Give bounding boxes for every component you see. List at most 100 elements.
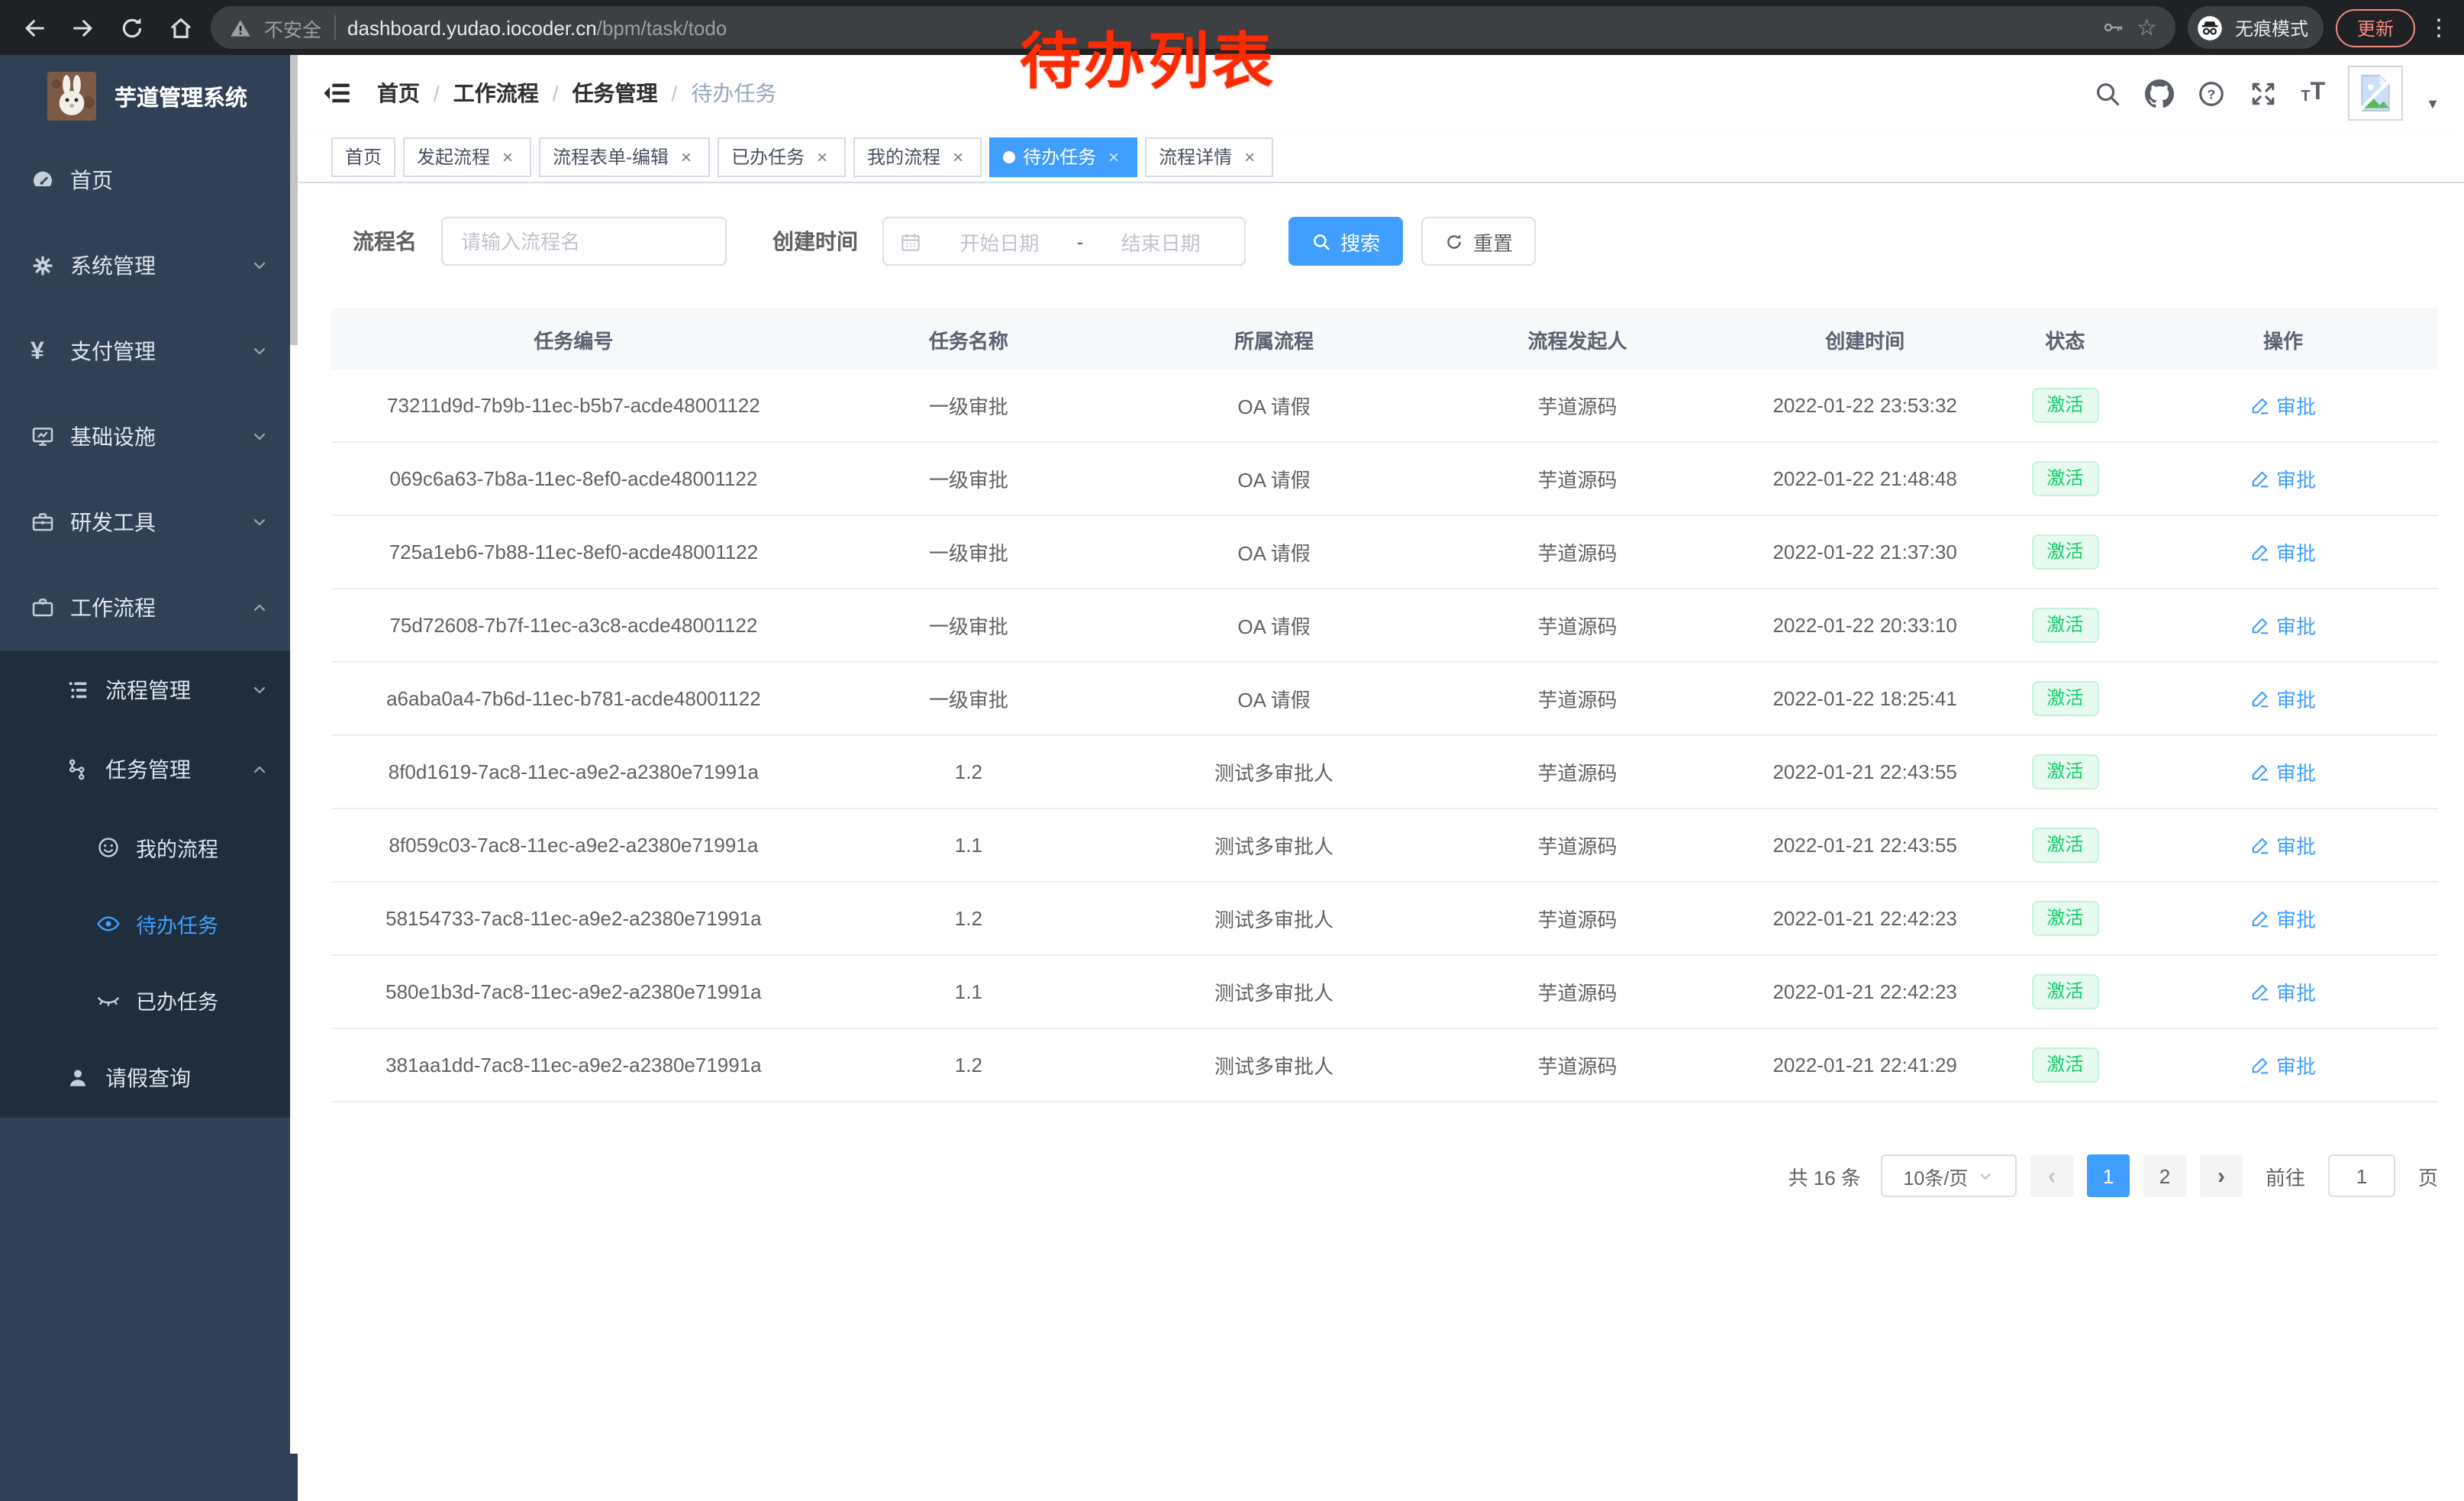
cell-action: 审批 <box>2128 684 2438 713</box>
approve-link[interactable]: 审批 <box>2250 757 2316 786</box>
sidebar: 芋道管理系统 首页系统管理¥支付管理基础设施研发工具工作流程流程管理任务管理我的… <box>0 55 298 1501</box>
prev-page-button[interactable]: ‹ <box>2030 1154 2073 1197</box>
back-icon[interactable] <box>15 9 52 46</box>
approve-link[interactable]: 审批 <box>2250 1051 2316 1080</box>
sidebar-item-infra[interactable]: 基础设施 <box>0 394 290 479</box>
chevron-down-icon <box>250 257 269 275</box>
approve-link[interactable]: 审批 <box>2250 684 2316 713</box>
tab-6[interactable]: 流程详情× <box>1145 137 1273 176</box>
page-button-1[interactable]: 1 <box>2087 1154 2130 1197</box>
close-icon[interactable]: × <box>948 147 968 166</box>
font-size-icon[interactable]: TT <box>2301 81 2325 105</box>
goto-page-input[interactable] <box>2328 1154 2395 1197</box>
cell-initiator: 芋道源码 <box>1427 757 1728 786</box>
cell-status: 激活 <box>2002 462 2129 496</box>
cell-initiator: 芋道源码 <box>1427 1051 1728 1080</box>
tab-1[interactable]: 发起流程× <box>403 137 531 176</box>
approve-link[interactable]: 审批 <box>2250 977 2316 1006</box>
approve-link[interactable]: 审批 <box>2250 537 2316 567</box>
page-size-select[interactable]: 10条/页 <box>1881 1154 2017 1197</box>
navbar-actions: ? TT ▼ <box>2093 66 2440 121</box>
sidebar-item-my-process[interactable]: 我的流程 <box>0 809 290 886</box>
close-icon[interactable]: × <box>676 147 696 166</box>
search-button[interactable]: 搜索 <box>1288 217 1403 266</box>
fullscreen-icon[interactable] <box>2249 79 2278 108</box>
url-text: dashboard.yudao.iocoder.cn/bpm/task/todo <box>347 16 727 39</box>
close-icon[interactable]: × <box>1104 147 1124 166</box>
sidebar-item-system[interactable]: 系统管理 <box>0 223 290 308</box>
sidebar-item-devtools[interactable]: 研发工具 <box>0 479 290 565</box>
close-icon[interactable]: × <box>498 147 518 166</box>
cell-initiator: 芋道源码 <box>1427 904 1728 933</box>
sidebar-item-home[interactable]: 首页 <box>0 137 290 223</box>
home-icon[interactable] <box>162 9 198 46</box>
app-logo[interactable]: 芋道管理系统 <box>0 55 298 137</box>
key-icon[interactable] <box>2100 15 2124 40</box>
chevron-down-icon <box>250 681 269 699</box>
approve-link[interactable]: 审批 <box>2250 611 2316 640</box>
cell-process: OA 请假 <box>1121 537 1427 567</box>
cell-status: 激活 <box>2002 682 2129 716</box>
goto-label: 前往 <box>2266 1161 2305 1190</box>
sidebar-item-done-tasks[interactable]: 已办任务 <box>0 962 290 1038</box>
caret-down-icon[interactable]: ▼ <box>2426 96 2440 111</box>
cell-task-id: 069c6a63-7b8a-11ec-8ef0-acde48001122 <box>331 467 816 490</box>
reset-button[interactable]: 重置 <box>1421 217 1536 266</box>
cell-action: 审批 <box>2128 757 2438 786</box>
page-button-2[interactable]: 2 <box>2143 1154 2186 1197</box>
breadcrumb-item[interactable]: 任务管理 <box>572 78 658 108</box>
github-icon[interactable] <box>2145 79 2174 108</box>
edit-icon <box>2250 982 2270 1002</box>
sidebar-item-leave-query[interactable]: 请假查询 <box>0 1038 290 1118</box>
close-icon[interactable]: × <box>812 147 832 166</box>
hamburger-icon[interactable] <box>322 78 353 108</box>
cell-created: 2022-01-22 23:53:32 <box>1728 394 2002 417</box>
breadcrumb-item[interactable]: 首页 <box>377 78 420 108</box>
approve-link[interactable]: 审批 <box>2250 831 2316 860</box>
approve-link[interactable]: 审批 <box>2250 904 2316 933</box>
cell-task-name: 一级审批 <box>816 464 1121 493</box>
cell-created: 2022-01-21 22:43:55 <box>1728 760 2002 783</box>
edit-icon <box>2250 469 2270 489</box>
close-icon[interactable]: × <box>1240 147 1259 166</box>
search-icon[interactable] <box>2093 79 2122 108</box>
sidebar-item-task-mgmt[interactable]: 任务管理 <box>0 730 290 809</box>
avatar[interactable] <box>2348 66 2403 121</box>
chevron-down-icon <box>250 342 269 360</box>
reload-icon[interactable] <box>113 9 150 46</box>
sidebar-item-process-mgmt[interactable]: 流程管理 <box>0 650 290 730</box>
column-header: 流程发起人 <box>1427 324 1728 353</box>
tab-0[interactable]: 首页 <box>331 137 395 176</box>
update-button[interactable]: 更新 <box>2336 8 2415 47</box>
process-name-input[interactable] <box>441 217 727 266</box>
cell-initiator: 芋道源码 <box>1427 391 1728 420</box>
scrollbar-thumb[interactable] <box>290 55 298 345</box>
cell-action: 审批 <box>2128 391 2438 420</box>
forward-icon[interactable] <box>64 9 101 46</box>
sidebar-item-todo-tasks[interactable]: 待办任务 <box>0 886 290 962</box>
sidebar-scrollbar[interactable] <box>290 55 298 1454</box>
breadcrumb-item[interactable]: 工作流程 <box>453 78 539 108</box>
breadcrumb-item[interactable]: 待办任务 <box>691 78 776 108</box>
help-icon[interactable]: ? <box>2197 79 2226 108</box>
sidebar-item-payment[interactable]: ¥支付管理 <box>0 308 290 394</box>
approve-link[interactable]: 审批 <box>2250 464 2316 493</box>
column-header: 任务编号 <box>331 324 816 353</box>
tab-2[interactable]: 流程表单-编辑× <box>539 137 710 176</box>
cell-status: 激活 <box>2002 535 2129 570</box>
next-page-button[interactable]: › <box>2200 1154 2243 1197</box>
sidebar-item-workflow[interactable]: 工作流程 <box>0 565 290 650</box>
cell-created: 2022-01-21 22:42:23 <box>1728 980 2002 1003</box>
create-time-range-picker[interactable]: 开始日期 - 结束日期 <box>882 217 1246 266</box>
tab-3[interactable]: 已办任务× <box>718 137 846 176</box>
create-time-label: 创建时间 <box>772 226 858 257</box>
tab-4[interactable]: 我的流程× <box>853 137 982 176</box>
cell-task-name: 1.1 <box>816 980 1121 1003</box>
approve-link[interactable]: 审批 <box>2250 391 2316 420</box>
cell-status: 激活 <box>2002 389 2129 423</box>
cell-task-name: 一级审批 <box>816 537 1121 567</box>
star-icon[interactable]: ☆ <box>2137 16 2157 39</box>
menu-kebab-icon[interactable]: ⋮ <box>2427 14 2449 41</box>
tab-5[interactable]: 待办任务× <box>989 137 1137 176</box>
cell-task-name: 一级审批 <box>816 391 1121 420</box>
